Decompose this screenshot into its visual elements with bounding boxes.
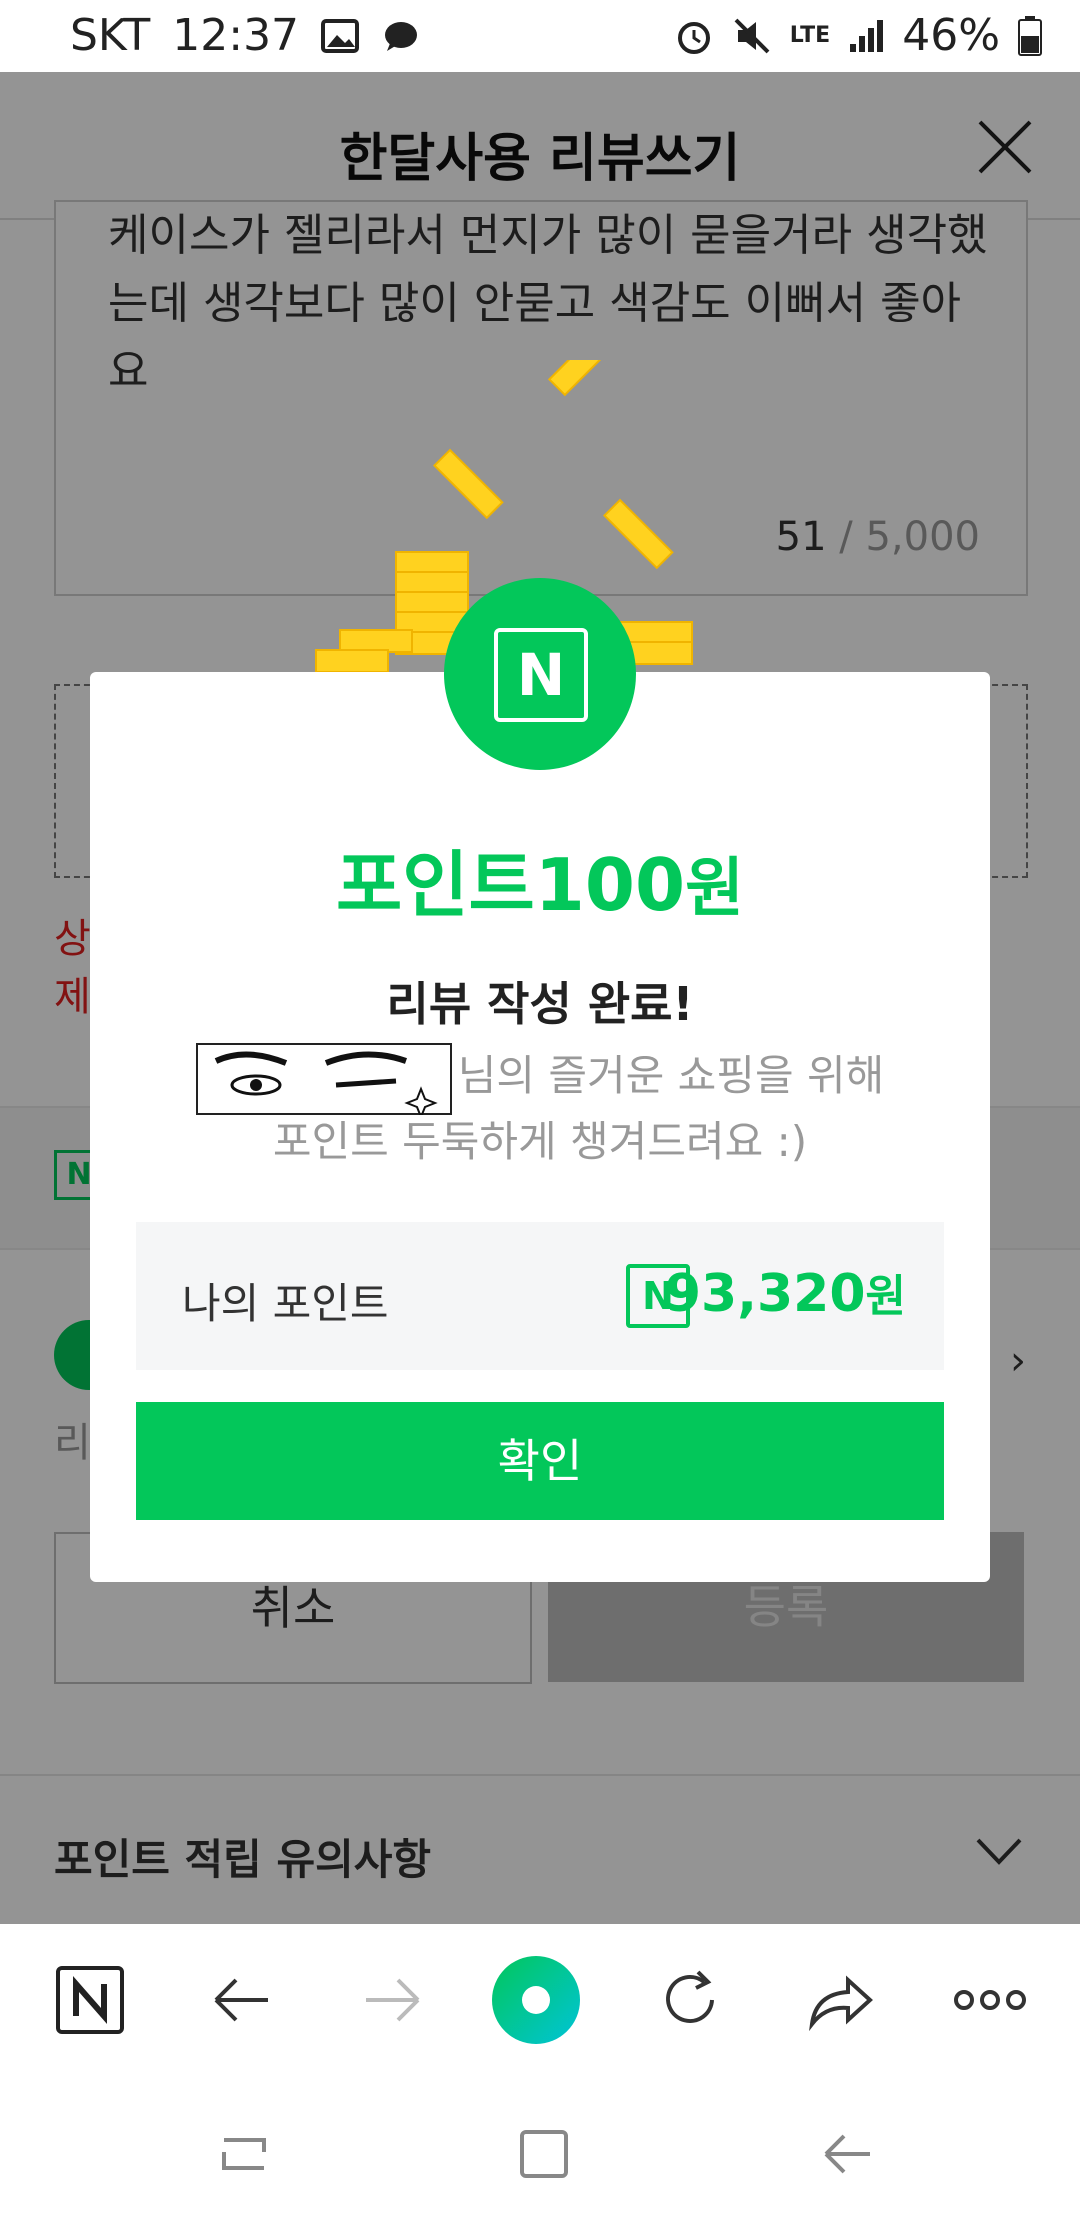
browser-toolbar xyxy=(0,1924,1080,2078)
image-icon xyxy=(321,18,360,53)
mute-icon xyxy=(734,18,770,53)
share-icon[interactable] xyxy=(804,1964,876,2036)
naver-n-icon: N xyxy=(494,628,588,722)
my-points-label: 나의 포인트 xyxy=(182,1279,389,1328)
my-points-unit: 원 xyxy=(865,1271,906,1322)
system-nav-bar xyxy=(0,2078,1080,2220)
network-type: LTE xyxy=(789,23,831,48)
my-points-value: 93,320원 xyxy=(665,1260,906,1324)
my-points-panel: 나의 포인트 N 93,320원 xyxy=(136,1222,944,1370)
battery-icon xyxy=(1018,15,1042,56)
confirm-button[interactable]: 확인 xyxy=(136,1402,944,1520)
green-dot-icon[interactable] xyxy=(490,1954,582,2046)
naver-home-icon[interactable] xyxy=(54,1964,126,2036)
message-line-1: 님의 즐거운 쇼핑을 위해 xyxy=(0,1042,1080,1115)
naver-point-badge: N xyxy=(444,578,636,770)
recent-apps-icon[interactable] xyxy=(214,2124,274,2184)
review-complete-heading: 리뷰 작성 완료! xyxy=(386,977,694,1031)
forward-arrow-icon[interactable] xyxy=(356,1964,428,2036)
carrier: SKT xyxy=(70,10,151,61)
more-icon[interactable] xyxy=(952,1964,1028,2036)
user-name-drawing xyxy=(195,1042,452,1115)
points-amount: 포인트100 xyxy=(336,843,686,927)
clock: 12:37 xyxy=(172,10,300,61)
chat-icon xyxy=(385,21,418,51)
status-bar: SKT 12:37 LTE 46% xyxy=(0,0,1080,72)
back-arrow-icon[interactable] xyxy=(206,1964,278,2036)
alarm-icon xyxy=(677,21,710,54)
my-points-amount: 93,320 xyxy=(664,1264,866,1324)
message-line-1-text: 님의 즐거운 쇼핑을 위해 xyxy=(457,1051,885,1100)
signal-icon xyxy=(850,19,884,52)
home-square-icon[interactable] xyxy=(514,2124,574,2184)
battery-percent: 46% xyxy=(902,10,1000,61)
back-nav-icon[interactable] xyxy=(818,2124,878,2184)
points-earned-title: 포인트100원 xyxy=(90,826,990,931)
refresh-icon[interactable] xyxy=(654,1964,726,2036)
message-line-2: 포인트 두둑하게 챙겨드려요 :) xyxy=(272,1117,808,1166)
points-unit: 원 xyxy=(685,852,744,926)
